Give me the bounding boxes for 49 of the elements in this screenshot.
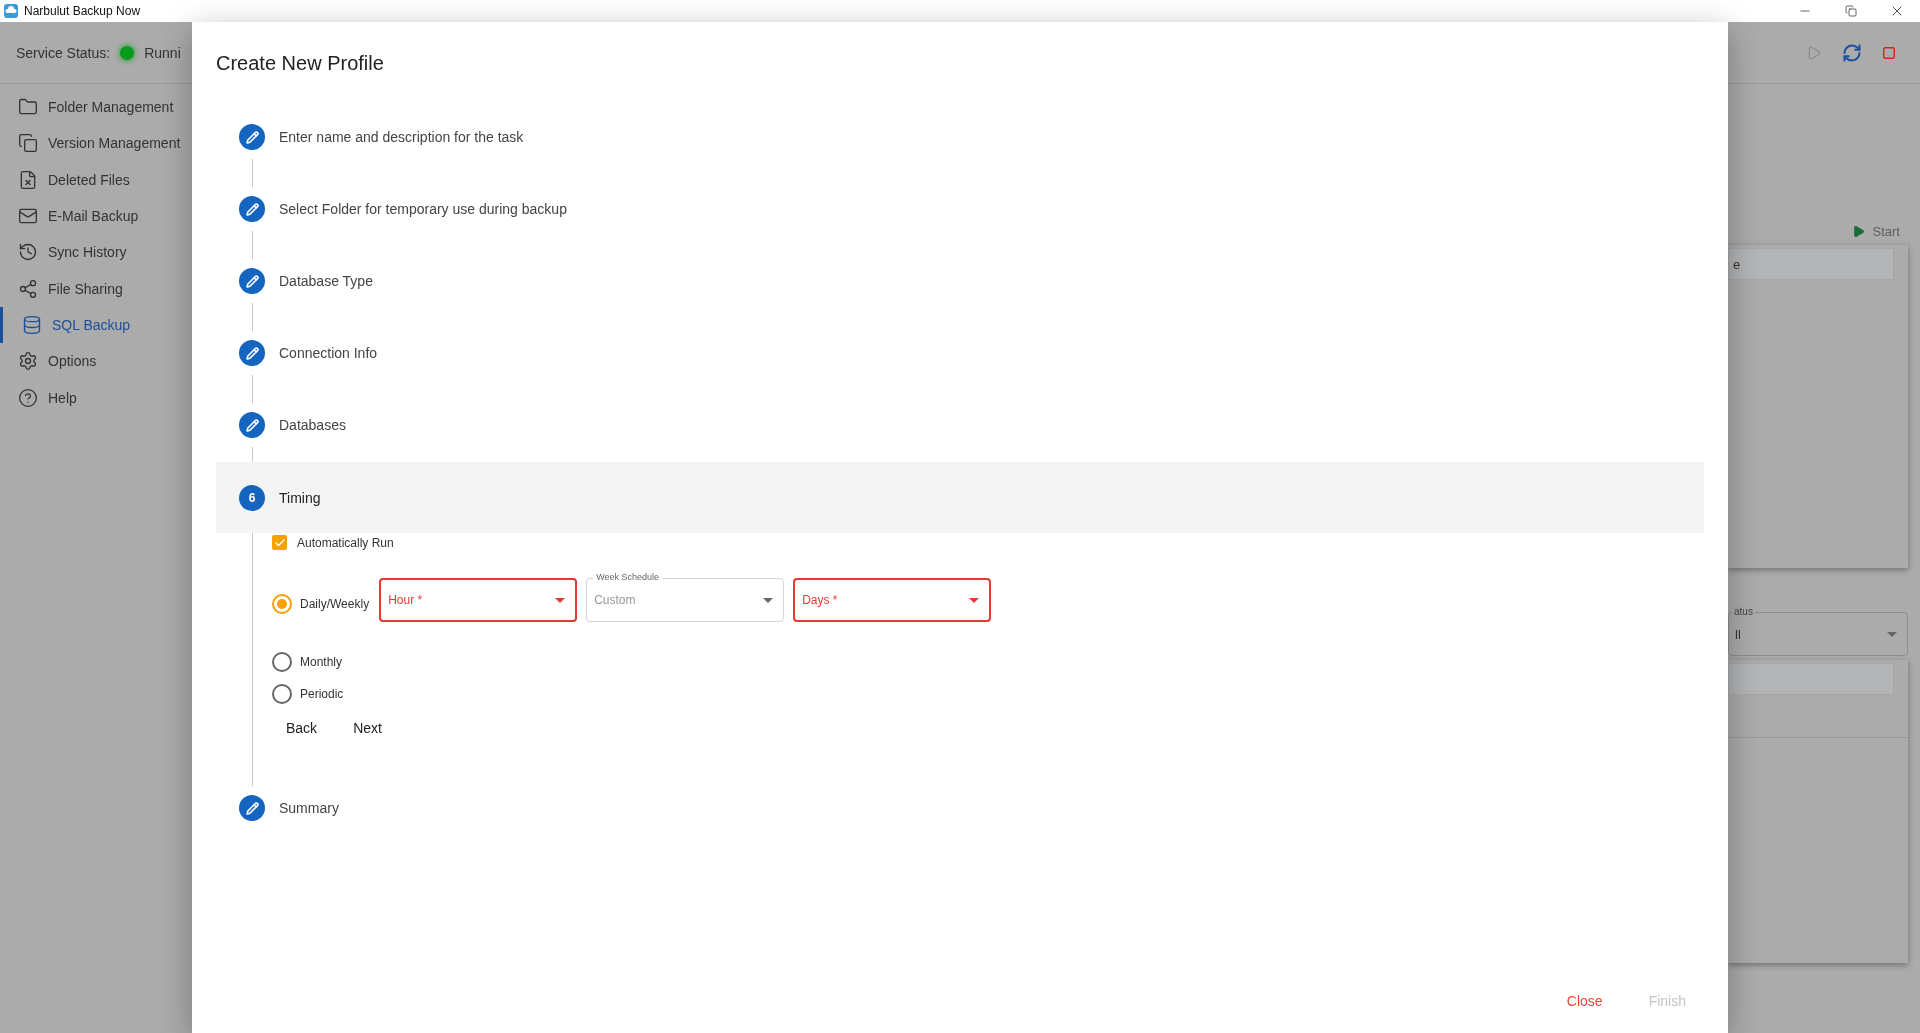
- back-button[interactable]: Back: [272, 714, 332, 742]
- sidebar-item[interactable]: Help: [0, 379, 192, 416]
- step-header[interactable]: Connection Info: [216, 331, 1704, 375]
- copy-icon: [18, 133, 38, 154]
- mode-radio[interactable]: Daily/Weekly: [272, 588, 370, 620]
- step-edit-icon: [239, 268, 265, 294]
- file-x-icon: [18, 169, 38, 190]
- step-header[interactable]: Database Type: [216, 259, 1704, 303]
- check-icon: [273, 536, 286, 549]
- sidebar-item[interactable]: File Sharing: [0, 270, 192, 307]
- sidebar-item[interactable]: E-Mail Backup: [0, 197, 192, 235]
- database-icon: [22, 314, 42, 335]
- sidebar-item[interactable]: Deleted Files: [0, 161, 192, 198]
- stop-icon[interactable]: [1882, 45, 1896, 60]
- sidebar-item[interactable]: Sync History: [0, 234, 192, 271]
- restore-icon: [1845, 5, 1857, 17]
- app-logo-icon: [4, 4, 18, 18]
- step-edit-icon: [239, 124, 265, 150]
- sidebar-item[interactable]: Folder Management: [0, 89, 192, 126]
- start-button[interactable]: Start: [1851, 224, 1900, 239]
- step-header[interactable]: Select Folder for temporary use during backup: [216, 187, 1704, 231]
- step-number: 6: [239, 484, 265, 511]
- next-button[interactable]: Next: [339, 714, 396, 742]
- help-icon: [18, 387, 38, 408]
- step-header[interactable]: Summary: [216, 786, 1704, 830]
- step-header[interactable]: Databases: [216, 403, 1704, 447]
- window-title: Narbulut Backup Now: [24, 4, 141, 18]
- history-icon: [18, 242, 38, 263]
- step-edit-icon: [239, 412, 265, 438]
- sidebar-item[interactable]: Version Management: [0, 125, 192, 162]
- dialog-title: Create New Profile: [216, 51, 385, 76]
- active-step-header[interactable]: 6 Timing: [216, 462, 1704, 533]
- table-header: e: [1728, 248, 1894, 280]
- close-dialog-button[interactable]: Close: [1558, 987, 1611, 1015]
- mode-radio[interactable]: Monthly: [272, 646, 343, 678]
- settings-icon: [18, 351, 38, 372]
- step-edit-icon: [239, 795, 265, 821]
- refresh-icon[interactable]: [1842, 42, 1862, 63]
- sidebar-item[interactable]: Options: [0, 343, 192, 380]
- step-edit-icon: [239, 196, 265, 222]
- share-icon: [18, 278, 38, 299]
- play-icon[interactable]: [1806, 44, 1822, 61]
- step-edit-icon: [239, 340, 265, 366]
- mode-radio[interactable]: Periodic: [272, 678, 344, 710]
- play-icon: [1851, 225, 1865, 238]
- step-header[interactable]: Enter name and description for the task: [216, 115, 1704, 159]
- status-value: Runni: [144, 44, 181, 61]
- auto-run-checkbox[interactable]: Automatically Run: [272, 535, 1704, 550]
- status-label: Service Status:: [16, 44, 111, 61]
